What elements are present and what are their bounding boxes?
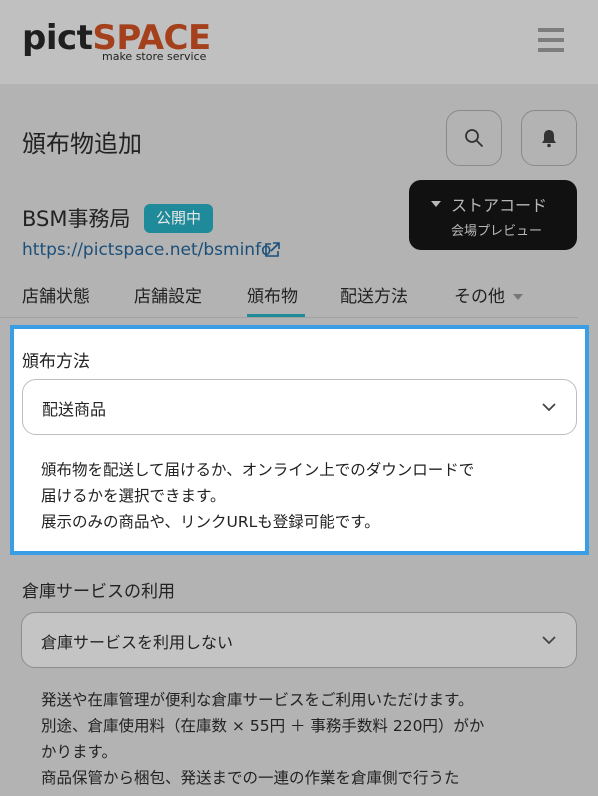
search-icon <box>465 129 483 147</box>
tab-other-label: その他 <box>454 287 505 307</box>
bell-icon <box>542 130 556 148</box>
tab-store-status[interactable]: 店舗状態 <box>22 282 90 307</box>
warehouse-service-select[interactable]: 倉庫サービスを利用しない <box>21 612 577 668</box>
app-header: pictSPACE make store service <box>0 0 598 84</box>
distribution-description: 頒布物を配送して届けるか、オンライン上でのダウンロードで 届けるかを選択できます… <box>41 461 475 531</box>
store-preview-button[interactable]: ストアコード 会場プレビュー <box>409 180 577 250</box>
tab-store-settings[interactable]: 店舗設定 <box>134 282 202 307</box>
chevron-down-icon <box>542 636 556 645</box>
distribution-method-value: 配送商品 <box>42 400 107 419</box>
external-link-icon[interactable] <box>263 241 281 259</box>
warehouse-description: 発送や在庫管理が便利な倉庫サービスをご利用いただけます。 別途、倉庫使用料（在庫… <box>41 691 485 787</box>
tab-shipping[interactable]: 配送方法 <box>340 282 408 307</box>
caret-down-icon <box>431 201 441 207</box>
logo-tagline: make store service <box>102 50 207 63</box>
chevron-down-icon <box>542 403 556 412</box>
search-button[interactable] <box>446 110 502 166</box>
venue-preview-label: 会場プレビュー <box>451 224 543 239</box>
store-url-link[interactable]: https://pictspace.net/bsminfo <box>22 240 271 260</box>
store-tabs: 店舗状態 店舗設定 頒布物 配送方法 その他 <box>0 272 598 320</box>
distribution-method-section: 頒布方法 配送商品 頒布物を配送して届けるか、オンライン上でのダウンロードで 届… <box>10 325 589 555</box>
hamburger-menu-icon[interactable] <box>538 28 564 52</box>
status-badge: 公開中 <box>144 204 214 233</box>
tabs-divider <box>0 317 578 318</box>
store-code-label: ストアコード <box>451 196 548 215</box>
notification-button[interactable] <box>521 110 577 166</box>
tab-items[interactable]: 頒布物 <box>247 282 298 307</box>
warehouse-service-value: 倉庫サービスを利用しない <box>41 633 234 652</box>
tab-other[interactable]: その他 <box>454 282 523 307</box>
caret-down-icon <box>513 294 523 300</box>
distribution-method-label: 頒布方法 <box>22 352 90 372</box>
distribution-method-select[interactable]: 配送商品 <box>22 379 577 435</box>
active-tab-indicator <box>247 314 305 317</box>
store-name: BSM事務局 <box>22 207 131 231</box>
pictspace-logo[interactable]: pictSPACE make store service <box>22 18 212 68</box>
warehouse-service-label: 倉庫サービスの利用 <box>22 582 175 602</box>
page-title: 頒布物追加 <box>22 130 142 158</box>
